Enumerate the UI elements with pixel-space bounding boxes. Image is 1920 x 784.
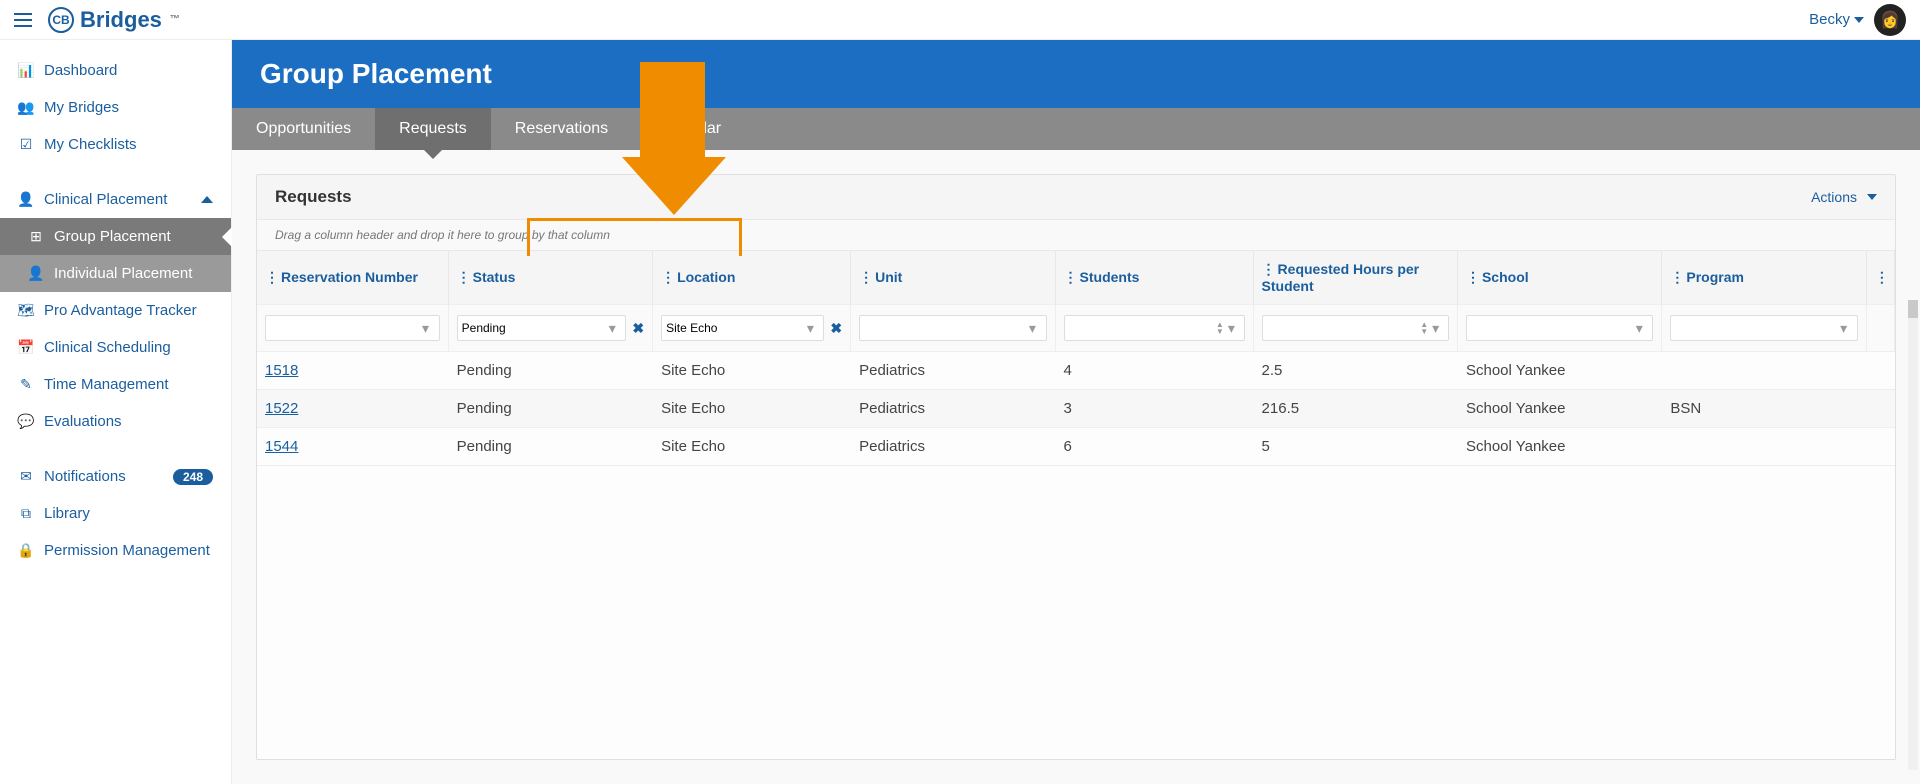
user-icon: 👤 bbox=[18, 192, 34, 208]
sidebar-item-pro-advantage[interactable]: 🗺Pro Advantage Tracker bbox=[0, 292, 231, 329]
copy-icon: ⧉ bbox=[18, 506, 34, 522]
brand-logo-icon: CB bbox=[48, 7, 74, 33]
panel-title: Requests bbox=[275, 187, 352, 207]
filter-location[interactable]: ▾ bbox=[661, 315, 824, 341]
group-by-drop-zone[interactable]: Drag a column header and drop it here to… bbox=[257, 220, 1895, 251]
sidebar-item-clinical-scheduling[interactable]: 📅Clinical Scheduling bbox=[0, 329, 231, 366]
requests-grid: ⋮Reservation Number ⋮Status ⋮Location ⋮U… bbox=[257, 251, 1895, 466]
chart-icon: 📊 bbox=[18, 63, 34, 79]
sidebar-item-group-placement[interactable]: ⊞Group Placement bbox=[0, 218, 231, 255]
sidebar-item-mybridges[interactable]: 👥My Bridges bbox=[0, 89, 231, 126]
caret-down-icon bbox=[1854, 17, 1864, 23]
actions-menu[interactable]: Actions bbox=[1811, 189, 1877, 205]
brand[interactable]: CB Bridges ™ bbox=[48, 7, 180, 33]
col-reservation-number[interactable]: ⋮Reservation Number bbox=[257, 251, 449, 305]
sidebar-item-library[interactable]: ⧉Library bbox=[0, 495, 231, 532]
tab-reservations[interactable]: Reservations bbox=[491, 108, 632, 150]
user-menu[interactable]: Becky bbox=[1809, 11, 1864, 28]
table-row[interactable]: 1522 Pending Site Echo Pediatrics 3 216.… bbox=[257, 390, 1895, 428]
clear-filter-location[interactable]: ✖ bbox=[830, 320, 842, 337]
sidebar-item-clinical-placement[interactable]: 👤Clinical Placement bbox=[0, 181, 231, 218]
reservation-link[interactable]: 1544 bbox=[265, 438, 298, 455]
person-icon: 👤 bbox=[28, 266, 44, 282]
sidebar-item-permissions[interactable]: 🔒Permission Management bbox=[0, 532, 231, 569]
col-unit[interactable]: ⋮Unit bbox=[851, 251, 1055, 305]
filter-status[interactable]: ▾ bbox=[457, 315, 627, 341]
chat-icon: 💬 bbox=[18, 414, 34, 430]
filter-unit[interactable]: ▾ bbox=[859, 315, 1046, 341]
lock-icon: 🔒 bbox=[18, 543, 34, 559]
tabs: Opportunities Requests Reservations Cale… bbox=[232, 108, 1920, 150]
col-school[interactable]: ⋮School bbox=[1458, 251, 1662, 305]
tab-requests[interactable]: Requests bbox=[375, 108, 491, 150]
map-icon: 🗺 bbox=[18, 303, 34, 319]
calendar-icon: 📅 bbox=[18, 340, 34, 356]
col-program[interactable]: ⋮Program bbox=[1662, 251, 1866, 305]
hamburger-icon[interactable] bbox=[14, 13, 32, 27]
grid-icon: ⊞ bbox=[28, 229, 44, 245]
filter-students[interactable]: ▲▼ ▾ bbox=[1064, 315, 1245, 341]
page-title: Group Placement bbox=[232, 40, 1920, 108]
sidebar-item-dashboard[interactable]: 📊Dashboard bbox=[0, 52, 231, 89]
col-location[interactable]: ⋮Location bbox=[653, 251, 851, 305]
reservation-link[interactable]: 1522 bbox=[265, 400, 298, 417]
sidebar-item-evaluations[interactable]: 💬Evaluations bbox=[0, 403, 231, 440]
sidebar-item-individual-placement[interactable]: 👤Individual Placement bbox=[0, 255, 231, 292]
sidebar-item-checklists[interactable]: ☑My Checklists bbox=[0, 126, 231, 163]
funnel-icon[interactable]: ▾ bbox=[1636, 320, 1649, 337]
main: Group Placement Opportunities Requests R… bbox=[232, 40, 1920, 784]
brand-tm: ™ bbox=[170, 14, 180, 25]
funnel-icon[interactable]: ▾ bbox=[1840, 320, 1853, 337]
funnel-icon[interactable]: ▾ bbox=[1029, 320, 1042, 337]
reservation-link[interactable]: 1518 bbox=[265, 362, 298, 379]
col-more[interactable]: ⋮ bbox=[1867, 251, 1895, 305]
spinner-icon[interactable]: ▲▼ bbox=[1216, 321, 1224, 335]
clear-filter-status[interactable]: ✖ bbox=[632, 320, 644, 337]
avatar[interactable]: 👩 bbox=[1874, 4, 1906, 36]
scrollbar[interactable] bbox=[1908, 300, 1918, 770]
mail-icon: ✉ bbox=[18, 469, 34, 485]
filter-program[interactable]: ▾ bbox=[1670, 315, 1857, 341]
funnel-icon[interactable]: ▾ bbox=[1228, 320, 1240, 337]
filter-reservation-number[interactable]: ▾ bbox=[265, 315, 440, 341]
filter-school[interactable]: ▾ bbox=[1466, 315, 1653, 341]
sidebar-item-notifications[interactable]: ✉Notifications248 bbox=[0, 458, 231, 495]
funnel-icon[interactable]: ▾ bbox=[609, 320, 622, 337]
col-students[interactable]: ⋮Students bbox=[1056, 251, 1254, 305]
notification-badge: 248 bbox=[173, 469, 213, 485]
brand-name: Bridges bbox=[80, 7, 162, 33]
table-row[interactable]: 1518 Pending Site Echo Pediatrics 4 2.5 … bbox=[257, 352, 1895, 390]
filter-hours[interactable]: ▲▼ ▾ bbox=[1262, 315, 1449, 341]
funnel-icon[interactable]: ▾ bbox=[1432, 320, 1444, 337]
check-icon: ☑ bbox=[18, 137, 34, 153]
col-requested-hours[interactable]: ⋮Requested Hours per Student bbox=[1254, 251, 1458, 305]
caret-down-icon bbox=[1867, 194, 1877, 200]
tab-opportunities[interactable]: Opportunities bbox=[232, 108, 375, 150]
people-icon: 👥 bbox=[18, 100, 34, 116]
funnel-icon[interactable]: ▾ bbox=[422, 320, 435, 337]
requests-panel: Requests Actions Drag a column header an… bbox=[256, 174, 1896, 760]
sidebar-item-time-management[interactable]: ✎Time Management bbox=[0, 366, 231, 403]
sidebar: 📊Dashboard 👥My Bridges ☑My Checklists 👤C… bbox=[0, 40, 232, 784]
chevron-up-icon bbox=[201, 196, 213, 203]
edit-icon: ✎ bbox=[18, 377, 34, 393]
funnel-icon[interactable]: ▾ bbox=[807, 320, 820, 337]
table-row[interactable]: 1544 Pending Site Echo Pediatrics 6 5 Sc… bbox=[257, 428, 1895, 466]
tab-calendar[interactable]: Calendar bbox=[632, 108, 745, 150]
spinner-icon[interactable]: ▲▼ bbox=[1420, 321, 1428, 335]
col-status[interactable]: ⋮Status bbox=[449, 251, 653, 305]
topbar: CB Bridges ™ Becky 👩 bbox=[0, 0, 1920, 40]
